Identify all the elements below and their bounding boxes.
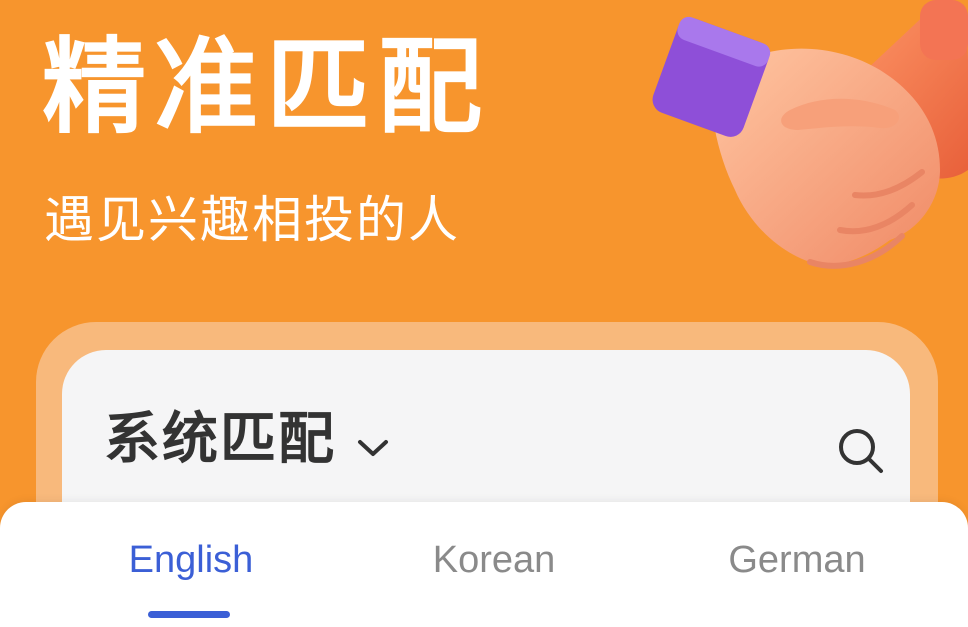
page-subtitle: 遇见兴趣相投的人 xyxy=(44,191,460,249)
match-mode-label: 系统匹配 xyxy=(104,407,336,472)
tab-german[interactable]: German xyxy=(637,538,957,584)
tab-english[interactable]: English xyxy=(31,538,351,584)
language-tab-bar: English Korean German xyxy=(0,502,968,627)
search-icon[interactable] xyxy=(834,424,888,478)
handshake-illustration xyxy=(652,0,968,269)
match-mode-dropdown[interactable]: 系统匹配 xyxy=(104,406,390,473)
active-tab-indicator xyxy=(148,611,230,618)
page-title: 精准匹配 xyxy=(42,26,491,148)
tab-korean[interactable]: Korean xyxy=(334,538,654,584)
chevron-down-icon xyxy=(358,439,388,456)
